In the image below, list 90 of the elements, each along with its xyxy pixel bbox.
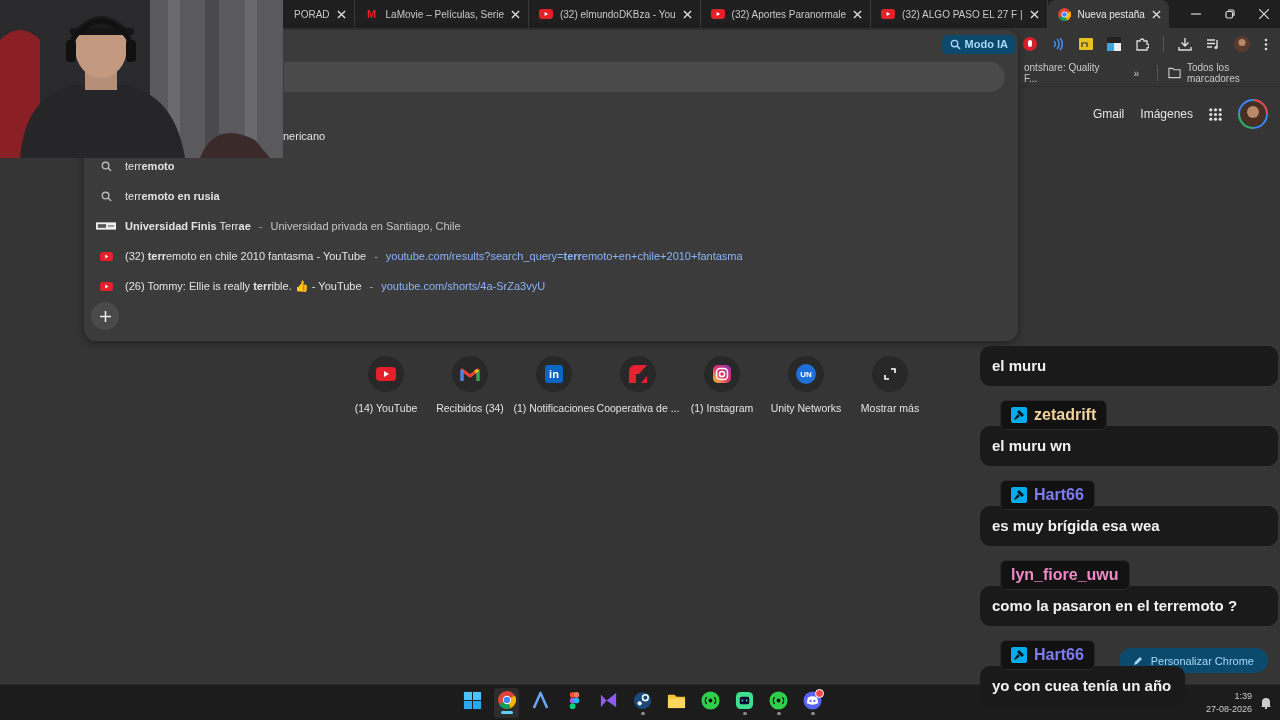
tag-extension-icon[interactable]: [1079, 38, 1093, 50]
shortcut-tile[interactable]: Mostrar más: [848, 356, 932, 414]
chrome-icon: [1057, 7, 1071, 21]
folder-icon: [1167, 67, 1181, 79]
clock-date: 27-08-2026: [1205, 703, 1252, 716]
suggestion-url[interactable]: youtube.com/shorts/4a-SrZa3vyU: [381, 280, 546, 292]
close-icon[interactable]: [1029, 9, 1039, 19]
browser-tab[interactable]: (32) elmundoDKBza - You: [528, 0, 701, 28]
suggestion-text[interactable]: nericano: [283, 130, 326, 142]
chat-message: el muru: [980, 346, 1278, 386]
username: lyn_fiore_uwu: [1011, 566, 1119, 584]
username: zetadrift: [1034, 406, 1097, 424]
close-icon[interactable]: [510, 9, 520, 19]
download-icon[interactable]: [1178, 37, 1192, 51]
unity-networks-icon: UN: [796, 364, 816, 384]
chrome-icon: [497, 691, 516, 709]
add-button[interactable]: [91, 302, 119, 330]
steam-icon: [633, 690, 652, 710]
profile-avatar-icon[interactable]: [1238, 99, 1268, 129]
shortcut-tile[interactable]: Recibidos (34): [428, 356, 512, 414]
username: Hart66: [1034, 646, 1084, 664]
youtube-icon: [99, 281, 113, 291]
suggestion-url[interactable]: youtube.com/results?search_query=terremoto+en+chile+2010+fantasma: [385, 250, 743, 262]
ai-mode-button[interactable]: Modo IA: [941, 34, 1016, 54]
suggestion-text[interactable]: (26) Tommy: Ellie is really terrible. 👍 - YouTube: [125, 279, 362, 293]
browser-tab[interactable]: Nueva pestaña: [1047, 0, 1169, 28]
browser-tab[interactable]: M LaMovie – Películas, Serie: [354, 0, 529, 28]
close-icon[interactable]: [336, 9, 346, 19]
instagram-icon: [713, 365, 731, 383]
search-icon: [100, 190, 112, 202]
chat-message: el muru wn: [980, 426, 1278, 466]
notification-bell-icon[interactable]: [1260, 696, 1272, 709]
shortcut-tile[interactable]: Cooperativa de ...: [596, 356, 680, 414]
youtube-icon: [99, 251, 113, 261]
profile-avatar-icon[interactable]: [1234, 36, 1250, 52]
bookmark-link[interactable]: ontshare: Quality F...: [1022, 62, 1112, 84]
suggestion-description: Universidad privada en Santiago, Chile: [270, 220, 461, 232]
clock-time: 1:39: [1234, 690, 1252, 703]
letter-m-icon: M: [364, 8, 379, 20]
gmail-icon: [460, 366, 480, 382]
separator-text: -: [369, 280, 374, 292]
shortcut-tile[interactable]: (14) YouTube: [344, 356, 428, 414]
menu-icon[interactable]: [1264, 37, 1268, 51]
search-icon: [949, 38, 961, 50]
linkedin-icon: in: [545, 365, 563, 383]
close-icon[interactable]: [682, 9, 692, 19]
close-icon[interactable]: [853, 9, 863, 19]
bookmarks-overflow-button[interactable]: »: [1133, 67, 1139, 79]
robot-icon: [735, 690, 754, 710]
taskbar-app[interactable]: [494, 687, 519, 718]
plus-icon: [99, 310, 111, 322]
apps-grid-icon[interactable]: [1209, 107, 1222, 121]
screen-extension-icon[interactable]: [1107, 37, 1121, 51]
expand-icon: [884, 368, 896, 380]
suggestion-text[interactable]: terremoto: [125, 160, 175, 172]
suggestion-text[interactable]: (32) terremoto en chile 2010 fantasma - YouTube: [125, 250, 367, 262]
suggestion-text[interactable]: terremoto en rusia: [125, 190, 220, 202]
header-link[interactable]: Imágenes: [1140, 107, 1193, 121]
extensions-icon[interactable]: [1135, 37, 1149, 51]
youtube-icon: [710, 9, 725, 19]
broadcast-icon: [701, 690, 720, 710]
site-logo-icon: [96, 222, 116, 230]
search-icon: [100, 160, 112, 172]
username: Hart66: [1034, 486, 1084, 504]
suggestion-text[interactable]: Universidad Finis Terrae: [125, 220, 251, 232]
youtube-icon: [376, 367, 396, 381]
header-link[interactable]: Gmail: [1092, 107, 1125, 121]
chat-message: es muy brígida esa wea: [980, 506, 1278, 546]
broadcast-icon: [769, 690, 788, 710]
browser-tab[interactable]: (32) Aportes Paranormale: [700, 0, 872, 28]
close-icon[interactable]: [1151, 9, 1161, 19]
chevron-app-icon: [531, 690, 550, 710]
windows-start-icon: [463, 690, 482, 710]
chat-message: como la pasaron en el terremoto ?: [980, 586, 1278, 626]
close-icon[interactable]: [1258, 9, 1269, 19]
separator-text: -: [258, 220, 263, 232]
shortcut-tile[interactable]: in (1) Notificaciones: [512, 356, 596, 414]
separator-text: -: [374, 250, 378, 262]
ribbon-app-icon: [599, 690, 618, 710]
sound-wave-icon[interactable]: [1051, 37, 1065, 51]
media-control-icon[interactable]: [1206, 38, 1220, 50]
browser-tab[interactable]: PORAD: [284, 0, 355, 28]
all-bookmarks-link[interactable]: Todos los marcadores: [1184, 62, 1280, 84]
youtube-icon: [881, 9, 896, 19]
youtube-icon: [538, 9, 553, 19]
shortcut-tile[interactable]: (1) Instagram: [680, 356, 764, 414]
browser-tab[interactable]: (32) ALGO PASO EL 27 F |: [871, 0, 1048, 28]
cooperativa-icon: [627, 363, 649, 385]
restore-icon[interactable]: [1224, 9, 1235, 19]
shortcut-tile[interactable]: UN Unity Networks: [764, 356, 848, 414]
